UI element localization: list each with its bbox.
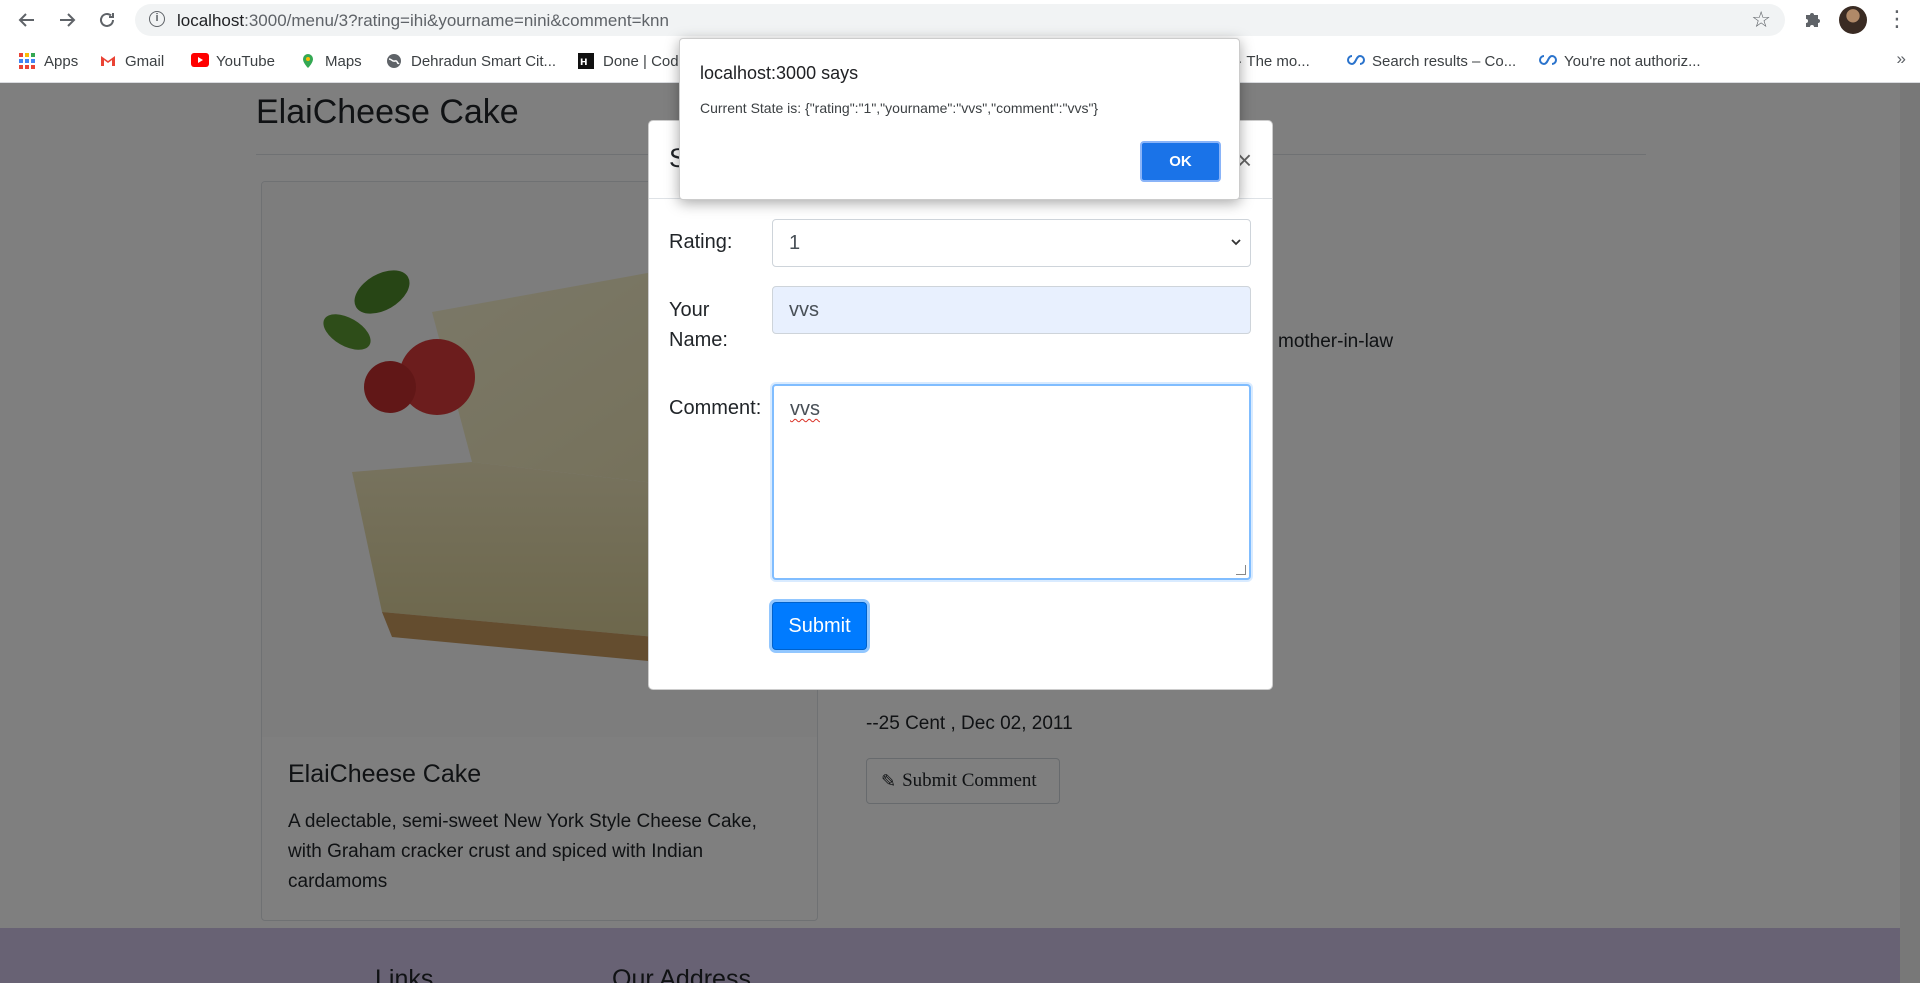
alert-message: Current State is: {"rating":"1","yournam…: [700, 100, 1099, 116]
bookmark-not-authorized[interactable]: You're not authoriz...: [1539, 50, 1701, 72]
alert-title: localhost:3000 says: [700, 63, 859, 83]
submit-comment-modal: S × Rating: 1 Your Name: vvs Comment: vv…: [648, 120, 1273, 690]
bookmark-star-icon[interactable]: ☆: [1751, 7, 1771, 33]
rating-label: Rating:: [669, 231, 733, 253]
browser-toolbar: i localhost:3000/menu/3?rating=ihi&yourn…: [0, 0, 1920, 40]
bookmark-gmail[interactable]: Gmail: [100, 50, 164, 72]
name-input[interactable]: vvs: [772, 286, 1251, 334]
back-arrow-icon[interactable]: [13, 6, 41, 34]
youtube-icon: [191, 53, 209, 69]
comment-label: Comment:: [669, 397, 762, 419]
url-path: :3000/menu/3?rating=ihi&yourname=nini&co…: [244, 11, 669, 30]
bookmark-youtube[interactable]: YouTube: [191, 50, 275, 72]
name-value: vvs: [789, 299, 819, 321]
url-host: localhost: [177, 11, 245, 30]
coursera-icon: [1347, 53, 1365, 69]
resize-handle-icon[interactable]: [1236, 565, 1246, 575]
hackerearth-icon: H: [578, 53, 594, 69]
gmail-icon: [100, 53, 116, 69]
forward-arrow-icon[interactable]: [53, 6, 81, 34]
bookmark-done-cod[interactable]: H Done | Cod: [578, 50, 679, 72]
comment-value: vvs: [790, 398, 820, 420]
comment-textarea[interactable]: vvs: [772, 384, 1251, 580]
maps-icon: [300, 53, 316, 69]
browser-menu-icon[interactable]: ⋮: [1886, 6, 1908, 32]
coursera-icon: [1539, 53, 1557, 69]
rating-select[interactable]: 1: [772, 219, 1251, 267]
alert-ok-button[interactable]: OK: [1140, 141, 1221, 182]
site-info-icon[interactable]: i: [149, 11, 165, 27]
profile-avatar[interactable]: [1839, 6, 1867, 34]
svg-text:H: H: [580, 58, 588, 68]
submit-button[interactable]: Submit: [772, 602, 867, 650]
bookmark-apps[interactable]: Apps: [19, 50, 78, 72]
name-label: Your Name:: [669, 299, 728, 351]
rating-value: 1: [789, 232, 801, 254]
url-text[interactable]: localhost:3000/menu/3?rating=ihi&yournam…: [177, 11, 669, 31]
browser-alert-dialog: localhost:3000 says Current State is: {"…: [679, 38, 1240, 200]
chevron-down-icon: [1230, 220, 1242, 284]
globe-icon: [386, 53, 402, 69]
bookmarks-overflow-icon[interactable]: »: [1897, 49, 1906, 69]
address-bar[interactable]: i localhost:3000/menu/3?rating=ihi&yourn…: [135, 4, 1785, 36]
extensions-puzzle-icon[interactable]: [1802, 8, 1824, 30]
bookmark-search-results[interactable]: Search results – Co...: [1347, 50, 1516, 72]
reload-icon[interactable]: [93, 6, 121, 34]
apps-grid-icon: [19, 53, 35, 69]
bookmark-maps[interactable]: Maps: [300, 50, 362, 72]
bookmark-dehradun[interactable]: Dehradun Smart Cit...: [386, 50, 556, 72]
